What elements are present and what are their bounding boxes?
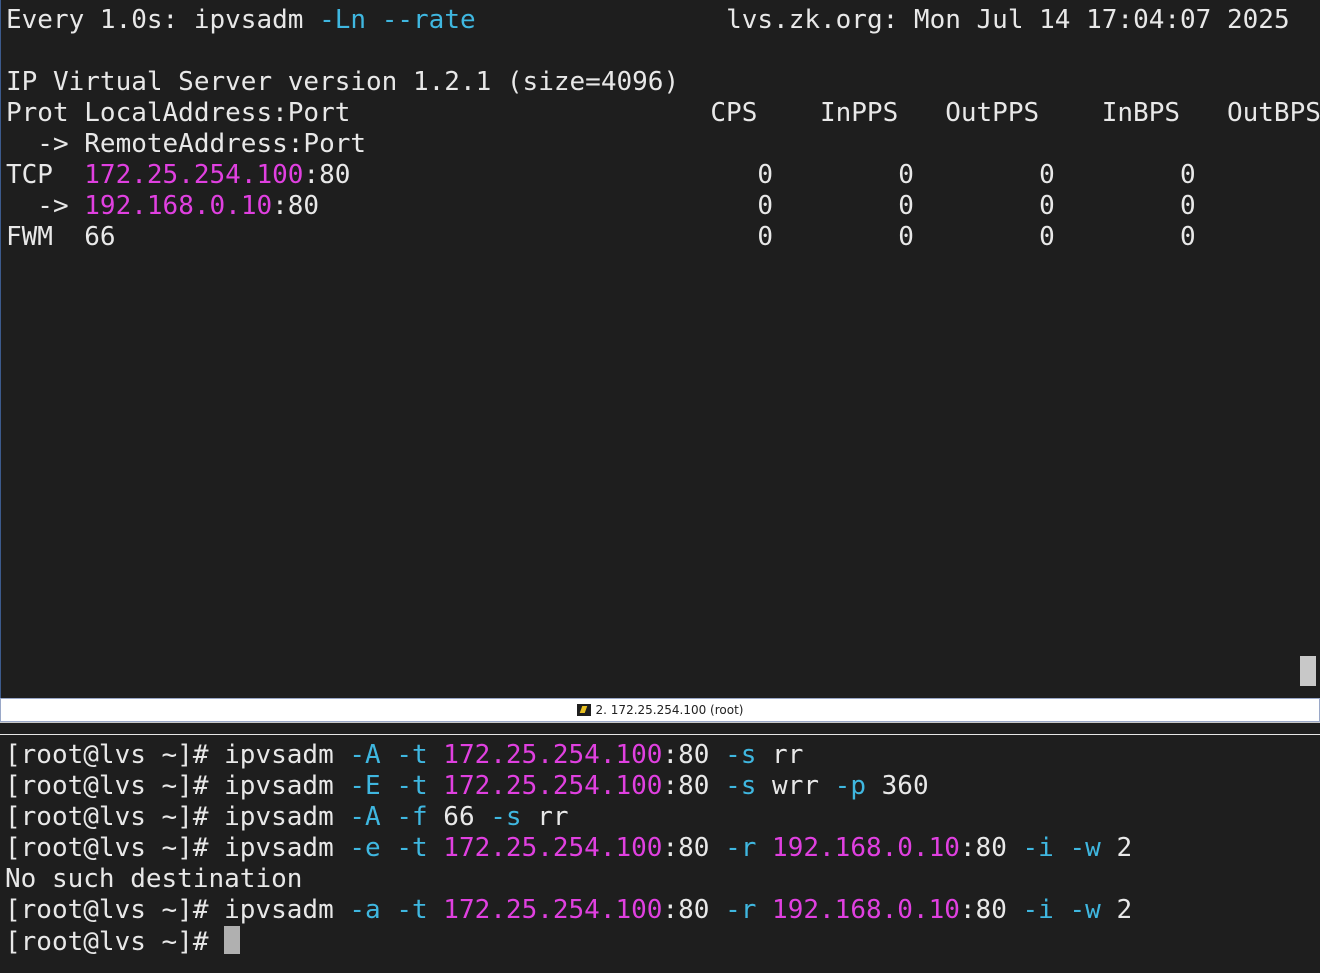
- pane-divider[interactable]: [0, 722, 1320, 735]
- text-segment: :80: [959, 833, 1023, 863]
- output-line: FWM 66 0 0 0 0 0: [6, 222, 1320, 253]
- session-tab[interactable]: 2. 172.25.254.100 (root): [0, 698, 1320, 722]
- text-segment: Prot LocalAddress:Port CPS InPPS OutPPS …: [6, 98, 1320, 128]
- text-segment: -> RemoteAddress:Port: [6, 129, 367, 159]
- shell-line: No such destination: [5, 864, 1320, 895]
- text-segment: TCP: [6, 160, 85, 190]
- text-segment: -Ln: [319, 5, 367, 35]
- text-segment: -A -t: [349, 740, 444, 770]
- text-segment: -A -f: [349, 802, 428, 832]
- text-segment: [root@lvs ~]# ipvsadm: [5, 802, 350, 832]
- terminal-icon: [576, 704, 591, 716]
- text-segment: rr: [521, 802, 569, 832]
- shell-line: [root@lvs ~]# ipvsadm -a -t 172.25.254.1…: [5, 895, 1320, 926]
- text-segment: IP Virtual Server version 1.2.1 (size=40…: [6, 67, 680, 97]
- text-segment: 172.25.254.100: [443, 771, 663, 801]
- output-line: -> 192.168.0.10:80 0 0 0 0 0: [6, 191, 1320, 222]
- shell-line: [root@lvs ~]# ipvsadm -e -t 172.25.254.1…: [5, 833, 1320, 864]
- text-segment: [root@lvs ~]#: [5, 927, 225, 957]
- text-segment: FWM 66 0 0 0 0 0: [6, 222, 1320, 252]
- text-segment: :80: [959, 895, 1023, 925]
- text-segment: :80: [662, 895, 726, 925]
- text-segment: -s: [725, 771, 757, 801]
- text-segment: -p: [834, 771, 866, 801]
- text-segment: -s: [490, 802, 522, 832]
- text-segment: 172.25.254.100: [443, 895, 663, 925]
- text-segment: -e -t: [349, 833, 444, 863]
- text-segment: 192.168.0.10: [772, 833, 960, 863]
- text-segment: 192.168.0.10: [84, 191, 273, 221]
- text-segment: [366, 5, 382, 35]
- text-segment: wrr: [756, 771, 835, 801]
- text-segment: --rate: [381, 5, 476, 35]
- output-line: IP Virtual Server version 1.2.1 (size=40…: [6, 67, 1320, 98]
- text-segment: [root@lvs ~]# ipvsadm: [5, 833, 350, 863]
- text-segment: -a -t: [349, 895, 444, 925]
- text-segment: :80 0 0 0 0 0: [272, 191, 1320, 221]
- text-segment: [root@lvs ~]# ipvsadm: [5, 895, 350, 925]
- output-line: Prot LocalAddress:Port CPS InPPS OutPPS …: [6, 98, 1320, 129]
- text-segment: Every 1.0s: ipvsadm: [6, 5, 320, 35]
- text-segment: 172.25.254.100: [443, 833, 663, 863]
- text-segment: ->: [6, 191, 85, 221]
- scrollbar-thumb[interactable]: [1300, 656, 1316, 686]
- text-segment: -E -t: [349, 771, 444, 801]
- shell-line: [root@lvs ~]# ipvsadm -A -f 66 -s rr: [5, 802, 1320, 833]
- shell-line: [root@lvs ~]# ipvsadm -A -t 172.25.254.1…: [5, 740, 1320, 771]
- text-segment: :80 0 0 0 0 0: [303, 160, 1320, 190]
- text-segment: 66: [427, 802, 491, 832]
- text-segment: -i -w: [1022, 895, 1101, 925]
- shell-line: [root@lvs ~]# ipvsadm -E -t 172.25.254.1…: [5, 771, 1320, 802]
- output-line: Every 1.0s: ipvsadm -Ln --rate lvs.zk.or…: [6, 5, 1320, 36]
- text-segment: lvs.zk.org: Mon Jul 14 17:04:07 2025: [475, 5, 1290, 35]
- text-segment: :80: [662, 740, 726, 770]
- text-segment: [root@lvs ~]# ipvsadm: [5, 740, 350, 770]
- text-segment: -i -w: [1022, 833, 1101, 863]
- text-segment: No such destination: [5, 864, 303, 894]
- output-line: -> RemoteAddress:Port: [6, 129, 1320, 160]
- text-segment: -r: [725, 833, 773, 863]
- watch-output-pane[interactable]: Every 1.0s: ipvsadm -Ln --rate lvs.zk.or…: [0, 0, 1320, 698]
- text-segment: -r: [725, 895, 773, 925]
- session-tab-label: 2. 172.25.254.100 (root): [595, 703, 744, 717]
- shell-line: [root@lvs ~]#: [5, 926, 1320, 957]
- text-segment: rr: [756, 740, 804, 770]
- text-segment: 2: [1100, 895, 1133, 925]
- text-segment: 172.25.254.100: [443, 740, 663, 770]
- text-segment: 360: [865, 771, 929, 801]
- text-segment: [root@lvs ~]# ipvsadm: [5, 771, 350, 801]
- text-segment: 192.168.0.10: [772, 895, 960, 925]
- text-segment: 2: [1100, 833, 1133, 863]
- output-line: TCP 172.25.254.100:80 0 0 0 0 0: [6, 160, 1320, 191]
- text-segment: :80: [662, 771, 726, 801]
- shell-pane[interactable]: [root@lvs ~]# ipvsadm -A -t 172.25.254.1…: [0, 735, 1320, 973]
- text-segment: :80: [662, 833, 726, 863]
- text-segment: 172.25.254.100: [84, 160, 304, 190]
- text-cursor: [224, 926, 241, 954]
- text-segment: -s: [725, 740, 757, 770]
